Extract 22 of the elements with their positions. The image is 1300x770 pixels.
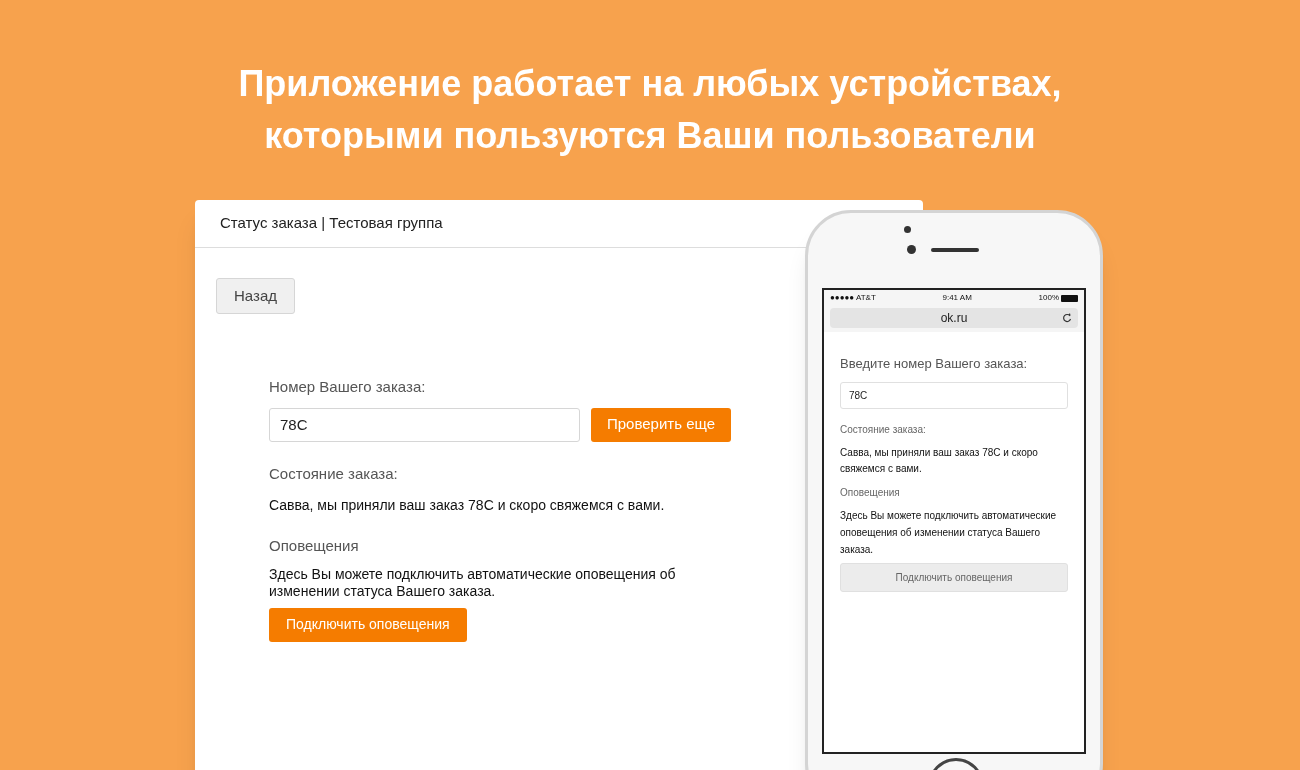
status-text: Савва, мы приняли ваш заказ 78C и скоро свяжемся с вами. [840, 445, 1039, 476]
subscribe-button[interactable]: Подключить оповещения [840, 562, 1068, 592]
section-label: Состояние заказа: [840, 422, 927, 437]
window-title: Статус заказа | Тестовая группа [220, 213, 443, 234]
battery-icon [1061, 294, 1078, 302]
battery-text: 100% [1038, 292, 1059, 304]
notification-text: Здесь Вы можете подключить автоматические оповещения об изменении статуса Вашего заказа. [269, 565, 677, 600]
reload-icon [1062, 313, 1072, 323]
back-button[interactable]: Назад [216, 278, 295, 314]
status-text: Савва, мы приняли ваш заказ 78C и скоро свяжемся с вами. [269, 496, 666, 515]
clock-text: 9:41 AM [942, 292, 972, 304]
notification-text: Здесь Вы можете подключить автоматические оповещения об изменении статуса Вашего заказа. [840, 508, 1058, 557]
order-number-field[interactable]: 78C [269, 407, 580, 442]
headline: Приложение работает на любых устройствах, которыми пользуются Ваши пользователи [238, 62, 1062, 158]
carrier-text: ●●●●● AT&T [830, 292, 876, 304]
section-label: Оповещения [840, 485, 901, 500]
order-number-field[interactable]: 78C [840, 381, 1068, 409]
field-label: Введите номер Вашего заказа: [840, 355, 1029, 373]
section-label: Состояние заказа: [269, 463, 399, 484]
address-text: ok.ru [940, 310, 968, 327]
section-label: Оповещения [269, 536, 360, 556]
field-label: Номер Вашего заказа: [269, 377, 427, 397]
